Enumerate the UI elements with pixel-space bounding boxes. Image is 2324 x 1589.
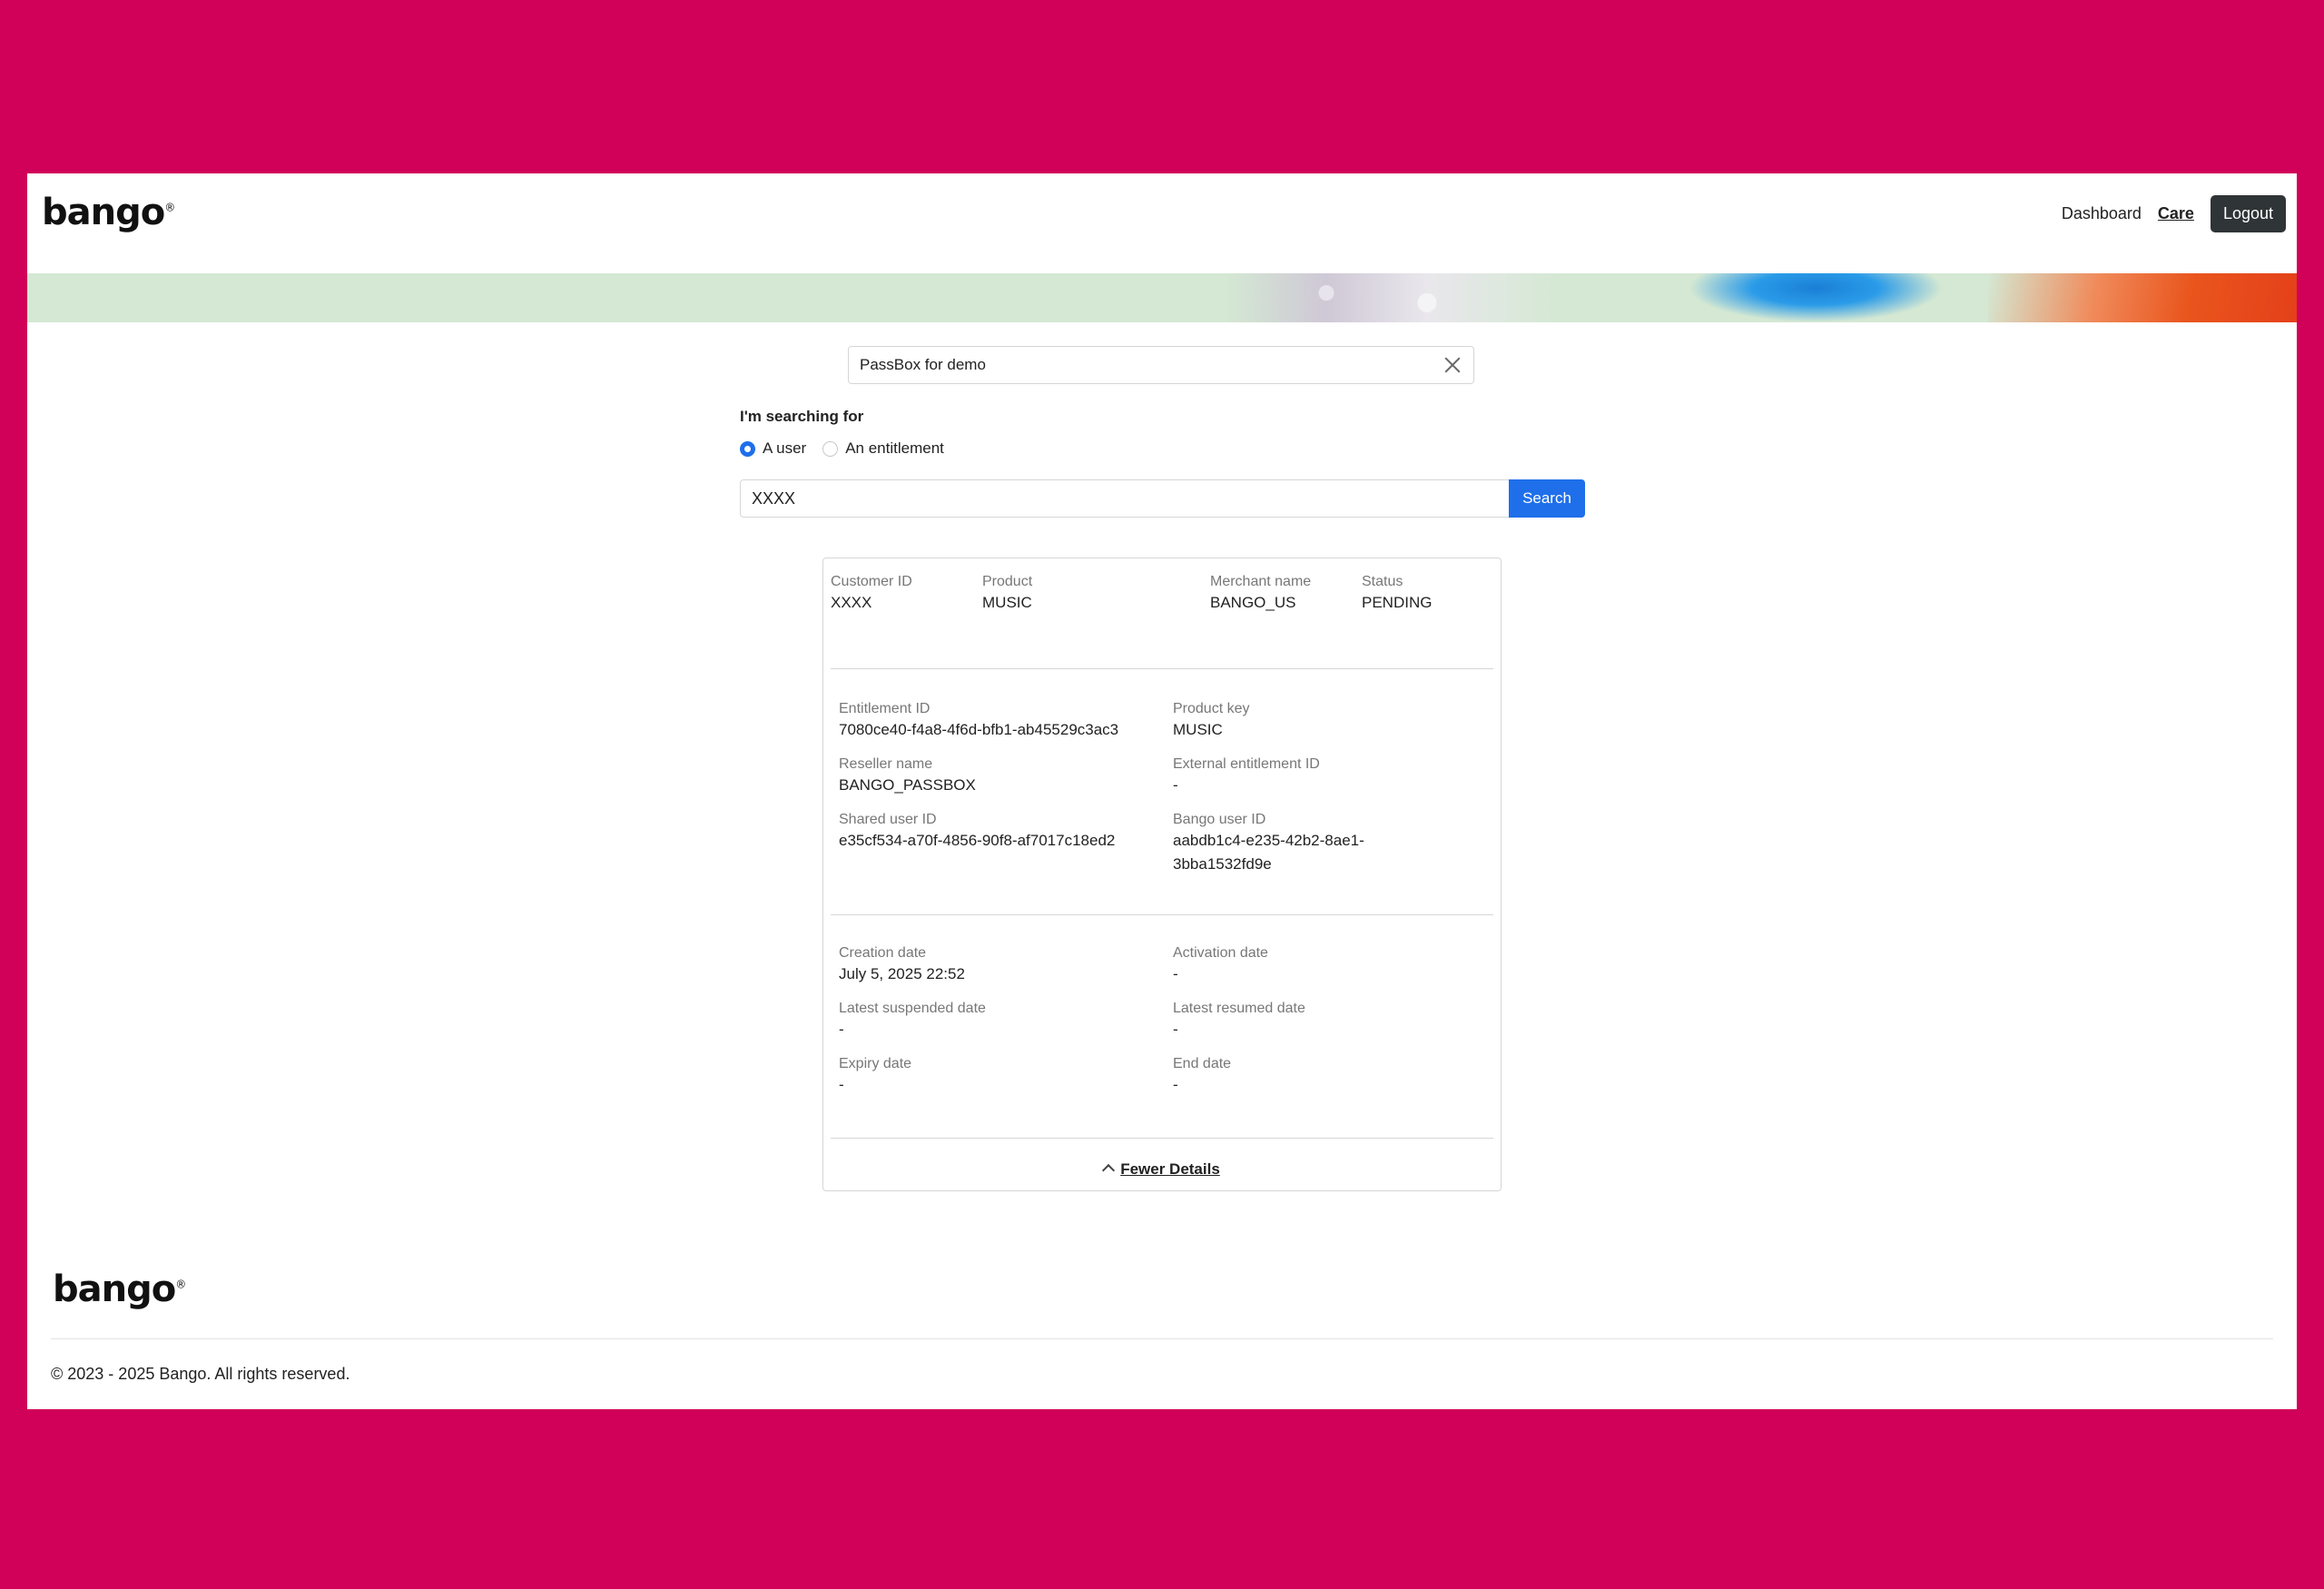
label: Status <box>1362 574 1403 589</box>
logo-text: bango <box>42 192 165 233</box>
value: - <box>1173 1076 1178 1093</box>
bango-logo[interactable]: bango® <box>42 192 175 233</box>
label: Expiry date <box>839 1056 912 1071</box>
radio-user[interactable] <box>740 440 755 457</box>
value: - <box>839 1076 844 1093</box>
value: - <box>1173 776 1178 794</box>
field-latest-resumed-date: Latest resumed date - <box>1173 1000 1305 1041</box>
label: Product <box>982 574 1033 589</box>
field-product: Product MUSIC <box>982 573 1032 615</box>
radio-option-entitlement[interactable]: An entitlement <box>822 439 944 458</box>
copyright-text: © 2023 - 2025 Bango. All rights reserved… <box>51 1365 350 1383</box>
value: - <box>1173 1021 1178 1038</box>
value: July 5, 2025 22:52 <box>839 965 965 982</box>
label: End date <box>1173 1056 1232 1071</box>
value: e35cf534-a70f-4856-90f8-af7017c18ed2 <box>839 832 1116 849</box>
logout-button[interactable]: Logout <box>2210 195 2286 232</box>
label: Latest suspended date <box>839 1001 986 1016</box>
value: MUSIC <box>982 594 1032 611</box>
value: BANGO_US <box>1210 594 1296 611</box>
field-reseller-name: Reseller name BANGO_PASSBOX <box>839 755 976 797</box>
value: 7080ce40-f4a8-4f6d-bfb1-ab45529c3ac3 <box>839 721 1119 738</box>
value: XXXX <box>831 594 872 611</box>
field-bango-user-id: Bango user ID aabdb1c4-e235-42b2-8ae1- 3… <box>1173 811 1364 876</box>
field-latest-suspended-date: Latest suspended date - <box>839 1000 986 1041</box>
search-button[interactable]: Search <box>1509 479 1585 518</box>
footer-divider <box>51 1338 2273 1339</box>
divider <box>831 914 1493 915</box>
app-window: bango® Dashboard Care Logout PassBox for… <box>27 173 2297 1409</box>
nav-dashboard[interactable]: Dashboard <box>2062 204 2142 223</box>
banner-decoration-orange <box>1988 273 2297 322</box>
footer-bango-logo: bango® <box>53 1268 186 1310</box>
label: Product key <box>1173 701 1250 716</box>
banner-decoration-spheres <box>1226 273 1561 322</box>
value: BANGO_PASSBOX <box>839 776 976 794</box>
radio-entitlement[interactable] <box>822 440 839 457</box>
divider <box>831 668 1493 669</box>
field-status: Status PENDING <box>1362 573 1432 615</box>
value: MUSIC <box>1173 721 1223 738</box>
footer-logo-text: bango <box>53 1268 176 1310</box>
field-merchant-name: Merchant name BANGO_US <box>1210 573 1311 615</box>
field-creation-date: Creation date July 5, 2025 22:52 <box>839 944 965 986</box>
radio-user-label: A user <box>763 439 807 457</box>
result-card: Customer ID XXXX Product MUSIC Merchant … <box>822 558 1502 1191</box>
label: Reseller name <box>839 756 933 772</box>
search-type-label: I'm searching for <box>740 408 864 425</box>
label: Entitlement ID <box>839 701 931 716</box>
product-select[interactable]: PassBox for demo <box>848 346 1474 384</box>
value: - <box>1173 965 1178 982</box>
field-end-date: End date - <box>1173 1055 1231 1097</box>
decorative-banner <box>27 273 2297 322</box>
field-entitlement-id: Entitlement ID 7080ce40-f4a8-4f6d-bfb1-a… <box>839 700 1118 742</box>
field-activation-date: Activation date - <box>1173 944 1268 986</box>
fewer-details-toggle[interactable]: Fewer Details <box>823 1160 1501 1179</box>
value-line-2: 3bba1532fd9e <box>1173 855 1272 873</box>
header: bango® Dashboard Care Logout <box>27 173 2297 273</box>
field-expiry-date: Expiry date - <box>839 1055 911 1097</box>
value-line-1: aabdb1c4-e235-42b2-8ae1- <box>1173 832 1364 849</box>
field-product-key: Product key MUSIC <box>1173 700 1249 742</box>
field-shared-user-id: Shared user ID e35cf534-a70f-4856-90f8-a… <box>839 811 1115 853</box>
field-customer-id: Customer ID XXXX <box>831 573 912 615</box>
label: Shared user ID <box>839 812 937 827</box>
top-nav: Dashboard Care Logout <box>2062 195 2286 232</box>
value: - <box>839 1021 844 1038</box>
fewer-details-link[interactable]: Fewer Details <box>1120 1160 1220 1178</box>
clear-icon[interactable] <box>1443 355 1462 375</box>
label: External entitlement ID <box>1173 756 1320 772</box>
banner-decoration-blue <box>1689 273 1943 322</box>
nav-care[interactable]: Care <box>2158 204 2194 223</box>
label: Activation date <box>1173 945 1268 961</box>
radio-entitlement-label: An entitlement <box>845 439 944 457</box>
field-external-entitlement-id: External entitlement ID - <box>1173 755 1320 797</box>
label: Latest resumed date <box>1173 1001 1305 1016</box>
product-select-value: PassBox for demo <box>860 356 986 373</box>
search-type-radios: A user An entitlement <box>740 439 944 458</box>
label: Creation date <box>839 945 927 961</box>
divider <box>831 1138 1493 1139</box>
search-input[interactable] <box>740 479 1509 518</box>
label: Bango user ID <box>1173 812 1266 827</box>
status-badge: PENDING <box>1362 594 1433 611</box>
chevron-up-icon <box>1102 1163 1116 1178</box>
radio-option-user[interactable]: A user <box>740 439 806 458</box>
label: Merchant name <box>1210 574 1312 589</box>
label: Customer ID <box>831 574 912 589</box>
